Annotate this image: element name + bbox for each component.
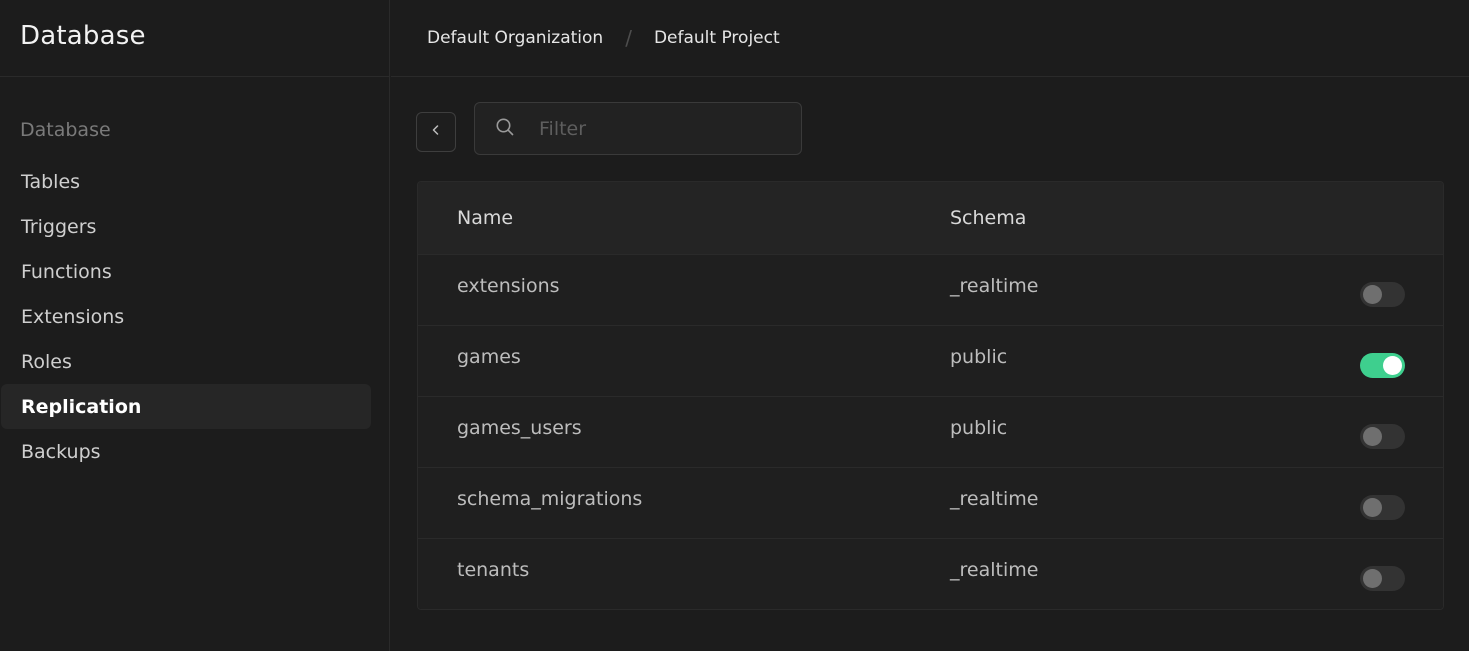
table-row: extensions _realtime: [418, 254, 1443, 325]
row-schema: public: [950, 346, 1008, 368]
row-name: tenants: [457, 559, 530, 581]
row-schema: _realtime: [950, 559, 1039, 581]
replication-toggle[interactable]: [1360, 494, 1405, 520]
sidebar-item-triggers[interactable]: Triggers: [1, 204, 371, 249]
toggle-knob: [1363, 568, 1382, 588]
row-name: games: [457, 346, 521, 368]
toggle-knob: [1383, 355, 1402, 375]
table-row: games_users public: [418, 396, 1443, 467]
replication-toggle[interactable]: [1360, 281, 1405, 307]
chevron-left-icon: [429, 122, 443, 141]
column-header-schema: Schema: [950, 207, 1027, 229]
sidebar-header: Database: [0, 0, 389, 77]
sidebar: Database Database Tables Triggers Functi…: [0, 0, 390, 651]
filter-input[interactable]: [539, 117, 779, 140]
replication-toggle[interactable]: [1360, 423, 1405, 449]
toggle-knob: [1363, 284, 1382, 304]
row-name: extensions: [457, 275, 560, 297]
breadcrumb-organization[interactable]: Default Organization: [427, 28, 603, 48]
sidebar-item-replication[interactable]: Replication: [1, 384, 371, 429]
back-button[interactable]: [416, 111, 456, 152]
sidebar-item-roles[interactable]: Roles: [1, 339, 371, 384]
main-content: Default Organization / Default Project F…: [391, 0, 1469, 651]
sidebar-nav: Tables Triggers Functions Extensions Rol…: [0, 159, 390, 474]
toolbar: [416, 102, 802, 155]
row-schema: _realtime: [950, 275, 1039, 297]
sidebar-section-label: Database: [20, 119, 111, 141]
column-header-name: Name: [457, 207, 514, 229]
row-schema: public: [950, 417, 1008, 439]
app-root: Database Database Tables Triggers Functi…: [0, 0, 1469, 651]
row-name: schema_migrations: [457, 488, 643, 510]
replication-toggle[interactable]: [1360, 352, 1405, 378]
filter-field[interactable]: [474, 102, 802, 155]
sidebar-item-functions[interactable]: Functions: [1, 249, 371, 294]
replication-table: Name Schema extensions _realtime games p…: [417, 181, 1444, 610]
table-header: Name Schema: [418, 182, 1443, 254]
table-row: schema_migrations _realtime: [418, 467, 1443, 538]
toggle-knob: [1363, 497, 1382, 517]
toggle-knob: [1363, 426, 1382, 446]
sidebar-item-tables[interactable]: Tables: [1, 159, 371, 204]
search-icon: [495, 117, 515, 141]
sidebar-item-backups[interactable]: Backups: [1, 429, 371, 474]
row-name: games_users: [457, 417, 582, 439]
row-schema: _realtime: [950, 488, 1039, 510]
sidebar-title: Database: [20, 21, 146, 51]
sidebar-item-extensions[interactable]: Extensions: [1, 294, 371, 339]
table-row: games public: [418, 325, 1443, 396]
breadcrumb-separator: /: [625, 26, 632, 50]
breadcrumb-project[interactable]: Default Project: [654, 28, 780, 48]
replication-toggle[interactable]: [1360, 565, 1405, 591]
breadcrumb: Default Organization / Default Project: [391, 0, 1469, 77]
table-row: tenants _realtime: [418, 538, 1443, 609]
